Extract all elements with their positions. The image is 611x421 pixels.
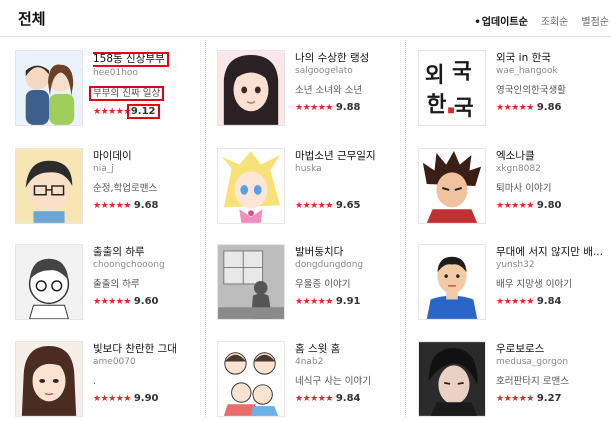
star-rating-icon: ★★★★★	[93, 107, 131, 117]
webtoon-genre: 퇴마사 이야기	[496, 183, 552, 194]
webtoon-genre: .	[93, 376, 97, 387]
webtoon-card[interactable]: 외국한국 외국 in 한국 wae_hangook 영국인의한국생활 ★★★★★…	[418, 50, 608, 130]
webtoon-genre	[295, 182, 407, 195]
star-rating-icon: ★★★★★	[93, 201, 131, 211]
webtoon-genre: 호러판타지 로맨스	[496, 376, 569, 387]
webtoon-card[interactable]: 마이데이 nia_j 순정,학업로맨스 ★★★★★ 9.68	[15, 148, 205, 228]
webtoon-genre: 부부의 진짜 일상	[89, 86, 165, 101]
sort-menu: 업데이트순 조회순 별점순	[461, 13, 609, 28]
svg-text:한: 한	[427, 92, 447, 117]
webtoon-card[interactable]: 출출의 하루 choongchooong 출출의 하루 ★★★★★ 9.60	[15, 244, 205, 324]
woman-thumbnail-icon[interactable]	[15, 341, 83, 417]
webtoon-title[interactable]: 엑소나클	[496, 150, 608, 163]
rating-score: 9.60	[133, 296, 159, 307]
sort-rating[interactable]: 별점순	[581, 13, 609, 28]
webtoon-title[interactable]: 빛보다 찬란한 그대	[93, 343, 205, 356]
girl-thumbnail-icon[interactable]	[217, 50, 285, 126]
star-rating-icon: ★★★★★	[295, 394, 333, 404]
webtoon-card[interactable]: 발버둥치다 dongdungdong 우울증 이야기 ★★★★★ 9.91	[217, 244, 407, 324]
rating-score: 9.84	[536, 296, 562, 307]
webtoon-title[interactable]: 무대에 서지 않지만 배...	[496, 246, 608, 259]
webtoon-author: xkgn8082	[496, 164, 541, 174]
svg-text:국: 국	[454, 96, 474, 121]
webtoon-card[interactable]: 우로보로스 medusa_gorgon 호러판타지 로맨스 ★★★★★ 9.27	[418, 341, 608, 421]
webtoon-card[interactable]: 나의 수상한 랭성 salgoogelato 소년 소녀와 소년 ★★★★★ 9.…	[217, 50, 407, 130]
spiky-boy-thumbnail-icon[interactable]	[418, 148, 486, 224]
rating-score: 9.68	[133, 200, 159, 211]
webtoon-genre: 영국인의한국생활	[496, 85, 566, 96]
star-rating-icon: ★★★★★	[295, 103, 333, 113]
webtoon-author: 4nab2	[295, 357, 324, 367]
blue-shirt-man-thumbnail-icon[interactable]	[418, 244, 486, 320]
webtoon-genre: 소년 소녀와 소년	[295, 85, 363, 96]
sort-update[interactable]: 업데이트순	[474, 13, 528, 28]
webtoon-author: dongdungdong	[295, 260, 364, 270]
rating-score: 9.65	[335, 200, 361, 211]
webtoon-author: huska	[295, 164, 322, 174]
dark-man-thumbnail-icon[interactable]	[418, 341, 486, 417]
sort-views[interactable]: 조회순	[541, 13, 569, 28]
family-thumbnail-icon[interactable]	[217, 341, 285, 417]
svg-text:외: 외	[425, 63, 445, 88]
rating-score: 9.88	[335, 102, 361, 113]
rating-score: 9.80	[536, 200, 562, 211]
webtoon-author: yunsh32	[496, 260, 535, 270]
webtoon-title[interactable]: 우로보로스	[496, 343, 608, 356]
webtoon-author: choongchooong	[93, 260, 165, 270]
rating-score: 9.84	[335, 393, 361, 404]
star-rating-icon: ★★★★★	[496, 201, 534, 211]
rating-score: 9.91	[335, 296, 361, 307]
header-divider	[0, 36, 611, 37]
webtoon-author: hee01hoo	[93, 68, 138, 78]
webtoon-title[interactable]: 나의 수상한 랭성	[295, 52, 407, 65]
star-rating-icon: ★★★★★	[93, 297, 131, 307]
webtoon-author: wae_hangook	[496, 66, 558, 76]
blonde-girl-thumbnail-icon[interactable]	[217, 148, 285, 224]
svg-text:국: 국	[452, 59, 472, 84]
rating-score: 9.12	[126, 104, 160, 119]
webtoon-title[interactable]: 마법소년 근무일지	[295, 150, 407, 163]
star-rating-icon: ★★★★★	[496, 103, 534, 113]
rating-score: 9.27	[536, 393, 562, 404]
page-title: 전체	[18, 10, 46, 28]
webtoon-title[interactable]: 외국 in 한국	[496, 52, 608, 65]
webtoon-card[interactable]: 엑소나클 xkgn8082 퇴마사 이야기 ★★★★★ 9.80	[418, 148, 608, 228]
star-rating-icon: ★★★★★	[295, 297, 333, 307]
glasses-boy-thumbnail-icon[interactable]	[15, 148, 83, 224]
webtoon-title[interactable]: 마이데이	[93, 150, 205, 163]
webtoon-title[interactable]: 158동 신상부부	[93, 52, 169, 67]
star-rating-icon: ★★★★★	[496, 394, 534, 404]
hangul-logo-thumbnail-icon[interactable]: 외국한국	[418, 50, 486, 126]
webtoon-author: ame0070	[93, 357, 136, 367]
star-rating-icon: ★★★★★	[496, 297, 534, 307]
star-rating-icon: ★★★★★	[93, 394, 131, 404]
webtoon-author: medusa_gorgon	[496, 357, 569, 367]
webtoon-card[interactable]: 빛보다 찬란한 그대 ame0070 . ★★★★★ 9.90	[15, 341, 205, 421]
webtoon-card[interactable]: 마법소년 근무일지 huska ★★★★★ 9.65	[217, 148, 407, 228]
star-rating-icon: ★★★★★	[295, 201, 333, 211]
rating-score: 9.86	[536, 102, 562, 113]
webtoon-card[interactable]: 무대에 서지 않지만 배... yunsh32 배우 지망생 이야기 ★★★★★…	[418, 244, 608, 324]
webtoon-author: salgoogelato	[295, 66, 353, 76]
sketch-boy-thumbnail-icon[interactable]	[15, 244, 83, 320]
webtoon-title[interactable]: 출출의 하루	[93, 246, 205, 259]
webtoon-genre: 네식구 사는 이야기	[295, 376, 371, 387]
webtoon-genre: 순정,학업로맨스	[93, 183, 158, 194]
webtoon-card[interactable]: 158동 신상부부 hee01hoo 부부의 진짜 일상 ★★★★★9.12	[15, 50, 205, 130]
rating-score: 9.90	[133, 393, 159, 404]
webtoon-card[interactable]: 홈 스윗 홈 4nab2 네식구 사는 이야기 ★★★★★ 9.84	[217, 341, 407, 421]
webtoon-title[interactable]: 홈 스윗 홈	[295, 343, 407, 356]
webtoon-genre: 출출의 하루	[93, 279, 140, 290]
webtoon-title[interactable]: 발버둥치다	[295, 246, 407, 259]
webtoon-genre: 우울증 이야기	[295, 279, 351, 290]
webtoon-author: nia_j	[93, 164, 114, 174]
window-room-thumbnail-icon[interactable]	[217, 244, 285, 320]
webtoon-genre: 배우 지망생 이야기	[496, 279, 572, 290]
couple-thumbnail-icon[interactable]	[15, 50, 83, 126]
column-divider	[205, 40, 206, 417]
